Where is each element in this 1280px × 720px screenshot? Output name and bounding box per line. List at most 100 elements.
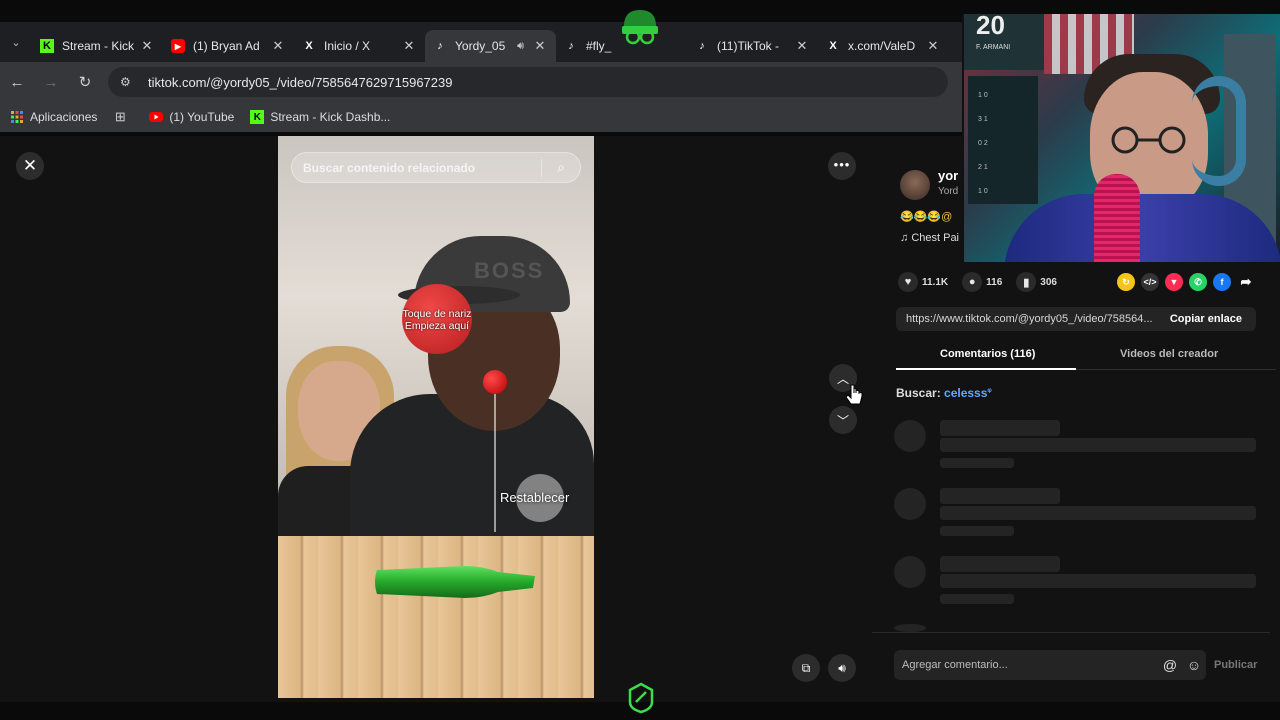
- nose-tap-label-line1: Toque de nariz: [402, 308, 472, 320]
- next-video-button[interactable]: ﹀: [829, 406, 857, 434]
- address-bar[interactable]: ⚙ tiktok.com/@yordy05_/video/75856476297…: [108, 67, 948, 97]
- skeleton-line: [940, 488, 1060, 504]
- search-icon[interactable]: ⌕: [542, 159, 580, 176]
- video-green-bottle: [375, 566, 535, 598]
- bookmark-apps[interactable]: Aplicaciones: [10, 110, 97, 124]
- chevron-down-icon: ﹀: [836, 413, 849, 428]
- close-tab-icon[interactable]: ✕: [794, 38, 810, 54]
- site-settings-icon[interactable]: ⚙: [120, 75, 136, 89]
- close-tab-icon[interactable]: ✕: [401, 38, 417, 54]
- embed-icon[interactable]: </>: [1141, 273, 1159, 291]
- engagement-row: ♥ 11.1K ● 116 ▮ 306: [898, 272, 1071, 292]
- skeleton-line: [940, 574, 1256, 588]
- browser-tab[interactable]: Xx.com/ValeD ✕: [818, 30, 949, 62]
- tab-search-menu-icon[interactable]: ⌄: [0, 22, 32, 62]
- streamer-webcam: 20 F. ARMANI 1 0 3 1 0 2 2 1 1 0: [962, 14, 1280, 262]
- webcam-glasses: [1111, 126, 1186, 154]
- whatsapp-icon[interactable]: ✆: [1189, 273, 1207, 291]
- close-video-button[interactable]: ✕: [16, 152, 44, 180]
- repost-icon[interactable]: ↻: [1117, 273, 1135, 291]
- close-icon: ✕: [22, 156, 38, 175]
- emoji-icon[interactable]: ☺: [1182, 657, 1206, 673]
- copy-link-button[interactable]: Copiar enlace: [1170, 313, 1256, 325]
- video-red-nose: [483, 370, 507, 394]
- x-icon: X: [829, 40, 837, 52]
- streamer-logo-bottom: [628, 682, 654, 714]
- browser-tab[interactable]: ♪ Yordy_05 🔊︎ ✕: [425, 30, 556, 62]
- skeleton-line: [940, 556, 1060, 572]
- skeleton-line: [940, 420, 1060, 436]
- streamer-logo-top: [622, 10, 658, 45]
- more-options-button[interactable]: •••: [828, 152, 856, 180]
- more-icon: •••: [833, 157, 851, 172]
- panel-tabs: Comentarios (116) Videos del creador: [896, 344, 1276, 370]
- skeleton-line: [940, 458, 1014, 468]
- bookmarks-bar: Aplicaciones ⊞ (1) YouTube K Stream - Ki…: [0, 102, 962, 132]
- forward-arrow-icon[interactable]: →: [34, 74, 68, 91]
- close-tab-icon[interactable]: ✕: [270, 38, 286, 54]
- address-url[interactable]: tiktok.com/@yordy05_/video/7585647629715…: [148, 75, 452, 90]
- send-to-friends-icon[interactable]: ▼: [1165, 273, 1183, 291]
- reload-icon[interactable]: ↻: [68, 73, 102, 91]
- bookmark-kick[interactable]: K Stream - Kick Dashb...: [250, 110, 390, 124]
- board-line: 1 0: [978, 188, 988, 195]
- board-line: 2 1: [978, 164, 988, 171]
- tab-creator-videos[interactable]: Videos del creador: [1120, 348, 1218, 360]
- webcam-microphone: [1094, 174, 1140, 262]
- mouse-cursor-icon: [846, 384, 863, 405]
- browser-tab[interactable]: K Stream - Kick ✕: [32, 30, 163, 62]
- tab-audio-icon[interactable]: 🔊︎: [517, 40, 524, 53]
- skeleton-avatar: [894, 624, 926, 632]
- bookmark-grid[interactable]: ⊞: [113, 109, 133, 124]
- picture-in-picture-button[interactable]: ⧉: [792, 654, 820, 682]
- skeleton-avatar: [894, 556, 926, 588]
- save-button[interactable]: ▮ 306: [1016, 272, 1057, 292]
- author-avatar[interactable]: [900, 170, 930, 200]
- tiktok-icon: ♪: [699, 40, 705, 52]
- share-arrow-icon[interactable]: ➦: [1237, 273, 1255, 291]
- heart-icon: ♥: [898, 272, 918, 292]
- browser-tab[interactable]: ♪ (11)TikTok - ✕: [687, 30, 818, 62]
- webcam-jersey-name: F. ARMANI: [976, 44, 1011, 51]
- board-line: 0 2: [978, 140, 988, 147]
- music-link[interactable]: ♫ Chest Pai: [900, 232, 959, 244]
- bookmark-youtube[interactable]: (1) YouTube: [149, 110, 234, 124]
- browser-tab-title: (1) Bryan Ad: [193, 39, 260, 53]
- video-nose-string: [494, 392, 496, 532]
- close-tab-icon[interactable]: ✕: [532, 38, 548, 54]
- related-search-input[interactable]: Buscar contenido relacionado ⌕: [291, 152, 581, 183]
- like-count: 11.1K: [922, 276, 949, 288]
- close-tab-icon[interactable]: ✕: [139, 38, 155, 54]
- facebook-icon[interactable]: f: [1213, 273, 1231, 291]
- tab-comments[interactable]: Comentarios (116): [940, 348, 1035, 360]
- comment-input[interactable]: Agregar comentario... @ ☺: [894, 650, 1206, 680]
- youtube-icon: ▶: [171, 39, 185, 53]
- back-arrow-icon[interactable]: ←: [0, 74, 34, 91]
- browser-tab-title: x.com/ValeD: [848, 39, 916, 53]
- browser-tab[interactable]: X Inicio / X ✕: [294, 30, 425, 62]
- skeleton-line: [940, 506, 1256, 520]
- bookmark-kick-label: Stream - Kick Dashb...: [270, 110, 391, 124]
- like-button[interactable]: ♥ 11.1K: [898, 272, 948, 292]
- comment-search-suggestion[interactable]: Buscar: celesssᵠ: [896, 386, 992, 400]
- video-player[interactable]: BOSS Toque de nariz Empieza aquí Restabl…: [278, 136, 594, 698]
- volume-button[interactable]: 🔊︎: [828, 654, 856, 682]
- mention-icon[interactable]: @: [1158, 657, 1182, 673]
- pip-icon: ⧉: [801, 660, 811, 675]
- active-tab-underline: [896, 368, 1076, 370]
- browser-tab[interactable]: ▶ (1) Bryan Ad ✕: [163, 30, 294, 62]
- bookmark-apps-label: Aplicaciones: [30, 110, 98, 124]
- video-link-box: https://www.tiktok.com/@yordy05_/video/7…: [896, 307, 1256, 331]
- volume-icon: 🔊︎: [838, 660, 846, 675]
- search-term-link[interactable]: celesss: [944, 386, 987, 400]
- author-name[interactable]: yor: [938, 168, 958, 183]
- related-search-placeholder: Buscar contenido relacionado: [303, 160, 476, 175]
- publish-button[interactable]: Publicar: [1214, 659, 1257, 671]
- webcam-streamer-shirt: [1004, 194, 1280, 262]
- skeleton-line: [940, 526, 1014, 536]
- browser-toolbar: ← → ↻ ⚙ tiktok.com/@yordy05_/video/75856…: [0, 62, 962, 102]
- close-tab-icon[interactable]: ✕: [925, 38, 941, 54]
- video-link-url[interactable]: https://www.tiktok.com/@yordy05_/video/7…: [906, 313, 1170, 325]
- comment-button[interactable]: ● 116: [962, 272, 1002, 292]
- comment-icon: ●: [962, 272, 983, 292]
